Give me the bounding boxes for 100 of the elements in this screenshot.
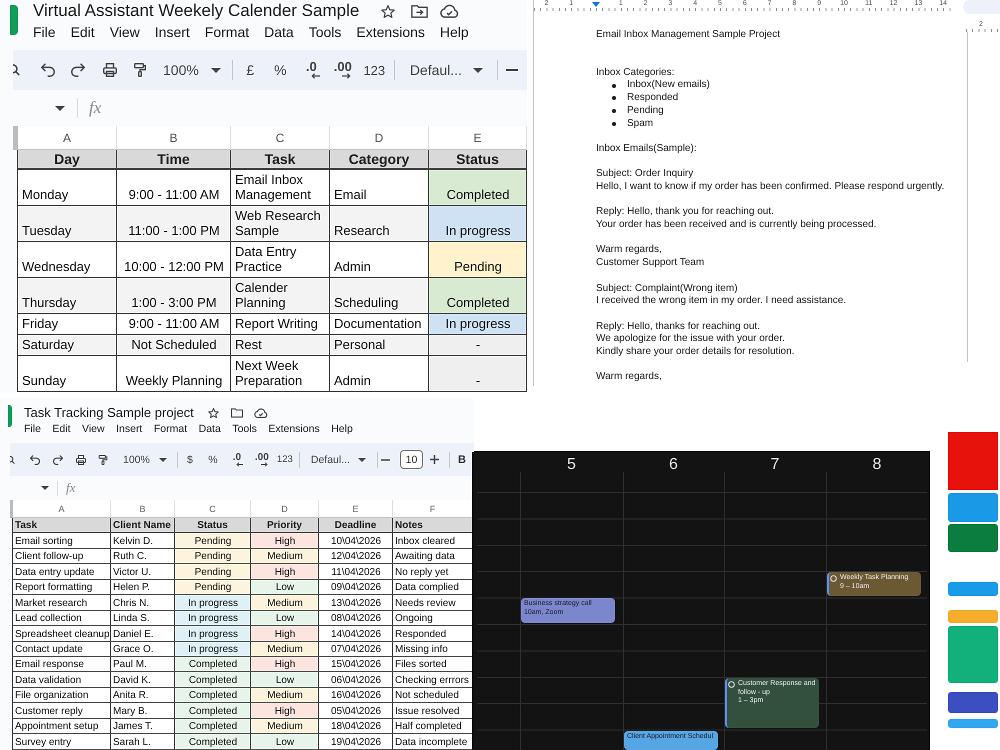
increase-decimals-button[interactable]: .00 <box>248 450 276 470</box>
table-cell: 16\04\2026 <box>319 688 393 704</box>
currency-button[interactable]: £ <box>236 57 265 83</box>
paint-roller-icon[interactable] <box>133 63 147 77</box>
menu-item[interactable]: Extensions <box>268 423 320 435</box>
day-number[interactable]: 7 <box>770 455 780 475</box>
table-cell: Missing info <box>393 642 473 657</box>
star-icon[interactable] <box>381 4 396 18</box>
zoom-dropdown[interactable]: 100% <box>119 450 171 470</box>
increase-decimals-button[interactable]: .00 <box>326 57 359 83</box>
text-line: Customer Support Team <box>596 257 704 270</box>
day-number[interactable]: 5 <box>567 455 576 475</box>
menu-item[interactable]: View <box>110 24 140 40</box>
print-icon[interactable] <box>76 454 86 464</box>
table-cell: Contact update <box>13 642 111 657</box>
table-cell: Scheduling <box>330 278 429 314</box>
table-cell: Victor U. <box>111 564 175 580</box>
paint-roller-icon[interactable] <box>98 454 108 464</box>
print-icon[interactable] <box>103 63 117 77</box>
menu-item[interactable]: Format <box>204 24 250 40</box>
spreadsheet-logo-icon[interactable] <box>10 5 18 35</box>
day-number[interactable]: 8 <box>872 455 882 475</box>
undo-icon[interactable] <box>30 454 40 464</box>
search-icon[interactable] <box>10 454 15 464</box>
right-arrow-icon <box>261 462 268 466</box>
priority-cell: High <box>251 656 319 672</box>
table-cell: Personal <box>330 335 429 356</box>
table-cell: Data validation <box>13 672 111 688</box>
priority-cell: Medium <box>251 548 319 564</box>
spreadsheet-logo-icon[interactable] <box>8 405 12 427</box>
caret-icon[interactable] <box>55 106 65 110</box>
font-dropdown[interactable]: Defaul... <box>398 57 488 83</box>
table-cell: 13\04\2026 <box>319 595 393 611</box>
indent-marker-icon[interactable] <box>592 2 600 7</box>
right-arrow-icon <box>342 73 352 79</box>
menu-item[interactable]: Extensions <box>356 24 425 40</box>
caret-icon[interactable] <box>41 486 49 490</box>
zoom-dropdown[interactable]: 100% <box>157 57 225 83</box>
number-format-button[interactable]: 123 <box>276 450 294 470</box>
menu-item[interactable]: Edit <box>52 423 71 435</box>
day-number[interactable]: 6 <box>669 455 678 475</box>
menu-item[interactable]: File <box>24 423 41 435</box>
menu-item[interactable]: Edit <box>70 24 95 40</box>
menu-item[interactable]: Insert <box>154 24 190 40</box>
folder-icon[interactable] <box>230 408 243 418</box>
font-dropdown[interactable]: Defaul... <box>302 450 370 470</box>
table-cell: No reply yet <box>393 564 473 580</box>
table-cell: Email Inbox Management <box>231 170 330 206</box>
search-icon[interactable] <box>13 63 20 77</box>
bold-button[interactable]: B <box>456 450 468 470</box>
menu-item[interactable]: Format <box>154 423 188 435</box>
status-cell: - <box>429 335 527 356</box>
table-cell: 18\04\2026 <box>319 718 393 734</box>
menu-item[interactable]: Tools <box>232 423 257 435</box>
table-cell: 15\04\2026 <box>319 656 393 672</box>
redo-icon[interactable] <box>71 63 85 77</box>
text-line: Warm regards, <box>596 371 662 384</box>
currency-button[interactable]: $ <box>180 450 200 470</box>
status-cell: In progress <box>175 626 251 642</box>
decrease-decimals-button[interactable]: .0 <box>296 57 327 83</box>
column-letter: B <box>117 126 231 150</box>
caret-icon <box>358 458 366 462</box>
table-cell: Email <box>330 170 429 206</box>
menu-item[interactable]: Insert <box>116 423 142 435</box>
folder-arrow-icon[interactable] <box>411 4 428 18</box>
table-cell: Linda S. <box>111 610 175 626</box>
menu-item[interactable]: Data <box>264 24 294 40</box>
status-cell: In progress <box>175 610 251 626</box>
cloud-check-icon[interactable] <box>440 4 460 18</box>
status-cell: Pending <box>175 533 251 549</box>
minus-icon[interactable] <box>380 458 390 460</box>
star-icon[interactable] <box>208 408 219 418</box>
font-size-field[interactable]: 10 <box>400 450 423 469</box>
column-letter: C <box>175 500 251 518</box>
status-cell: Pending <box>175 548 251 564</box>
table-cell: Rest <box>231 335 330 356</box>
priority-cell: Low <box>251 610 319 626</box>
menu-item[interactable]: Data <box>198 423 221 435</box>
redo-icon[interactable] <box>53 454 63 464</box>
menu-item[interactable]: File <box>33 24 56 40</box>
document-title: Task Tracking Sample project <box>24 405 194 421</box>
table-cell: Mary B. <box>111 703 175 719</box>
bullet-icon <box>612 109 616 114</box>
priority-cell: Medium <box>251 595 319 611</box>
minus-icon[interactable] <box>506 69 518 71</box>
cloud-check-icon[interactable] <box>254 408 268 418</box>
undo-icon[interactable] <box>41 63 55 77</box>
table-cell: Tuesday <box>18 206 117 242</box>
percent-button[interactable]: % <box>264 57 296 83</box>
percent-button[interactable]: % <box>200 450 226 470</box>
menu-item[interactable]: View <box>82 423 105 435</box>
plus-icon[interactable] <box>430 455 439 464</box>
text-line: I received the wrong item in my order. I need assistance. <box>596 295 846 308</box>
decrease-decimals-button[interactable]: .0 <box>226 450 248 470</box>
number-format-button[interactable]: 123 <box>358 57 390 83</box>
status-cell: Completed <box>429 170 527 206</box>
priority-cell: Medium <box>251 642 319 657</box>
menu-item[interactable]: Tools <box>308 24 342 40</box>
menu-item[interactable]: Help <box>440 24 469 40</box>
menu-item[interactable]: Help <box>331 423 353 435</box>
